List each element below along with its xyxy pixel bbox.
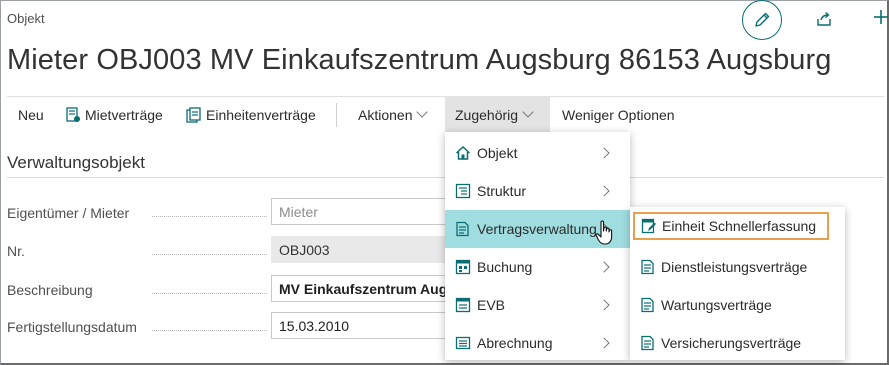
menu-item-object[interactable]: Objekt [445,134,630,172]
menu-item-label: Abrechnung [477,335,553,351]
leases-button[interactable]: Mietverträge [65,97,163,133]
edit-button[interactable] [742,0,782,40]
actions-label: Aktionen [358,107,413,123]
submenu-item-maintenance-contracts[interactable]: Wartungsverträge [630,286,845,324]
unit-contracts-label: Einheitenverträge [206,107,316,123]
chevron-right-icon [598,185,610,197]
leases-label: Mietverträge [85,107,163,123]
lease-document-icon [66,107,80,122]
related-menu-button[interactable]: Zugehörig [445,97,550,133]
hand-pointer-icon [595,220,613,245]
new-button[interactable]: Neu [18,97,44,133]
menu-item-label: Buchung [477,259,533,275]
document-icon [641,335,654,351]
description-field[interactable]: MV Einkaufszentrum Augsburg [271,275,446,302]
chevron-down-icon [416,106,429,118]
chevron-right-icon [598,147,610,159]
page-title: Mieter OBJ003 MV Einkaufszentrum Augsbur… [7,44,832,76]
menu-item-label: Struktur [477,183,527,199]
field-label-description: Beschreibung [7,282,267,298]
fewer-options-label: Weniger Optionen [562,107,675,123]
number-field: OBJ003 [271,236,446,263]
menu-item-billing[interactable]: Abrechnung [445,324,630,362]
contract-icon [456,221,469,237]
submenu-item-label: Einheit Schnellerfassung [662,218,817,234]
share-button[interactable] [813,8,835,30]
billing-icon [455,336,471,350]
pencil-icon [755,12,770,27]
structure-icon [455,183,471,199]
field-label-completion-date: Fertigstellungsdatum [7,319,267,335]
field-label-owner: Eigentümer / Mieter [7,205,267,221]
plus-icon [874,10,888,24]
menu-item-label: EVB [477,297,506,313]
edit-document-icon [641,218,656,234]
contracts-icon [186,107,201,123]
chevron-down-icon [522,106,534,118]
share-icon [817,11,831,26]
submenu-item-insurance-contracts[interactable]: Versicherungsverträge [630,324,845,362]
menu-item-label: Vertragsverwaltung [477,221,597,237]
submenu-item-unit-quick-entry[interactable]: Einheit Schnellerfassung [633,212,829,240]
menu-item-label: Objekt [477,145,518,161]
submenu-item-label: Wartungsverträge [661,297,772,313]
owner-tenant-field[interactable]: Mieter [271,198,446,225]
add-button[interactable] [872,8,889,30]
chevron-right-icon [598,299,610,311]
action-separator [336,103,337,127]
action-bar: Neu Mietverträge Einheitenverträge Aktio… [7,96,884,133]
completion-date-field[interactable]: 15.03.2010 [271,312,446,339]
submenu-item-service-contracts[interactable]: Dienstleistungsverträge [630,248,845,286]
home-icon [455,145,471,160]
chevron-right-icon [598,261,610,273]
submenu-item-label: Dienstleistungsverträge [661,259,808,275]
menu-item-evb[interactable]: EVB [445,286,630,324]
menu-item-booking[interactable]: Buchung [445,248,630,286]
submenu-item-label: Versicherungsverträge [661,335,802,351]
new-label: Neu [18,107,44,123]
evb-icon [455,297,471,313]
related-label: Zugehörig [455,107,519,123]
fewer-options-button[interactable]: Weniger Optionen [562,97,675,133]
menu-item-structure[interactable]: Struktur [445,172,630,210]
contract-management-submenu: Einheit Schnellerfassung Dienstleistungs… [630,207,845,360]
related-dropdown-menu: Objekt Struktur Vertragsverwaltung Buchu… [445,132,630,360]
chevron-right-icon [598,337,610,349]
field-label-no: Nr. [7,243,267,259]
booking-icon [455,259,471,275]
unit-contracts-button[interactable]: Einheitenverträge [186,97,316,133]
actions-menu-button[interactable]: Aktionen [358,97,429,133]
section-title: Verwaltungsobjekt [7,153,145,172]
breadcrumb: Objekt [7,11,45,26]
document-icon [641,259,654,275]
document-icon [641,297,654,313]
